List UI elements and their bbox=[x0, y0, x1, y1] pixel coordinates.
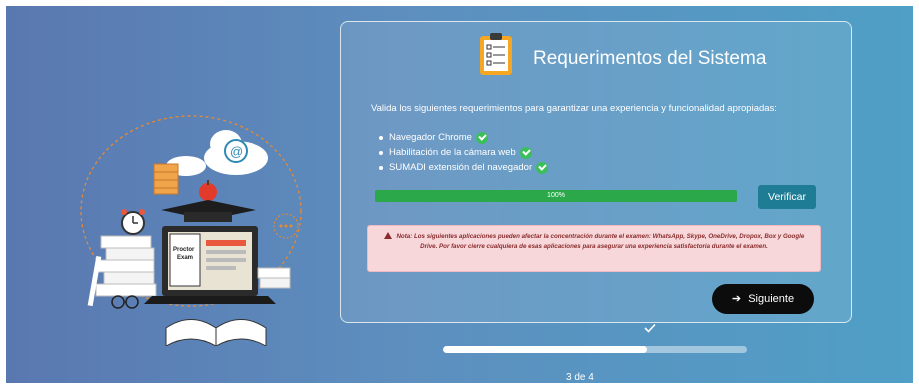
requirements-card: Requerimentos del Sistema Valida los sig… bbox=[340, 21, 852, 323]
step-progress-fill bbox=[443, 346, 647, 353]
bullet-icon bbox=[379, 150, 383, 155]
card-title: Requerimentos del Sistema bbox=[533, 48, 767, 69]
requirement-label: Navegador Chrome bbox=[389, 132, 472, 143]
check-circle-icon bbox=[475, 131, 488, 144]
laptop-icon: Proctor Exam bbox=[144, 226, 276, 304]
check-circle-icon bbox=[519, 146, 532, 159]
step-check-icon bbox=[644, 323, 656, 333]
coins-icon bbox=[153, 163, 179, 195]
progress-label: 100% bbox=[547, 192, 565, 199]
next-button-label: Siguiente bbox=[748, 293, 795, 305]
warning-note: Nota: Los siguientes aplicaciones pueden… bbox=[367, 225, 821, 272]
book-stack-right-icon bbox=[257, 267, 291, 289]
laptop-label-line1: Proctor bbox=[173, 247, 195, 253]
clipboard-checklist-icon bbox=[480, 33, 512, 75]
verify-button[interactable]: Verificar bbox=[758, 185, 816, 209]
requirement-item: SUMADI extensión del navegador bbox=[379, 160, 549, 175]
step-counter: 3 de 4 bbox=[566, 372, 594, 383]
verification-progress-bar: 100% bbox=[375, 190, 737, 202]
requirements-list: Navegador Chrome Habilitación de la cáma… bbox=[379, 130, 549, 175]
warning-text: Nota: Los siguientes aplicaciones pueden… bbox=[396, 233, 805, 250]
bullet-icon bbox=[379, 165, 383, 170]
glasses-icon bbox=[111, 295, 139, 309]
bullet-icon bbox=[379, 135, 383, 140]
open-book-icon bbox=[165, 319, 267, 346]
requirement-label: SUMADI extensión del navegador bbox=[389, 162, 533, 173]
arrow-right-icon: ➔ bbox=[731, 293, 742, 305]
book-stack-icon bbox=[95, 235, 157, 297]
exam-illustration: @ Proctor Exam bbox=[80, 115, 302, 346]
requirement-item: Habilitación de la cámara web bbox=[379, 145, 548, 160]
warning-icon bbox=[383, 232, 392, 239]
laptop-label-line2: Exam bbox=[177, 255, 193, 261]
svg-text:@: @ bbox=[230, 144, 243, 159]
next-button[interactable]: ➔ Siguiente bbox=[712, 284, 814, 314]
chat-bubble-icon bbox=[273, 213, 299, 239]
app-screen: @ Proctor Exam Requerimentos del Sistema… bbox=[6, 6, 913, 383]
requirements-intro: Valida los siguientes requerimientos par… bbox=[371, 103, 777, 114]
requirement-item: Navegador Chrome bbox=[379, 130, 548, 145]
step-progress-track bbox=[443, 346, 747, 353]
check-circle-icon bbox=[536, 161, 549, 174]
alarm-clock-icon bbox=[121, 209, 145, 235]
pencil-icon bbox=[87, 256, 102, 307]
requirement-label: Habilitación de la cámara web bbox=[389, 147, 516, 158]
cloud-icon: @ bbox=[166, 130, 268, 176]
